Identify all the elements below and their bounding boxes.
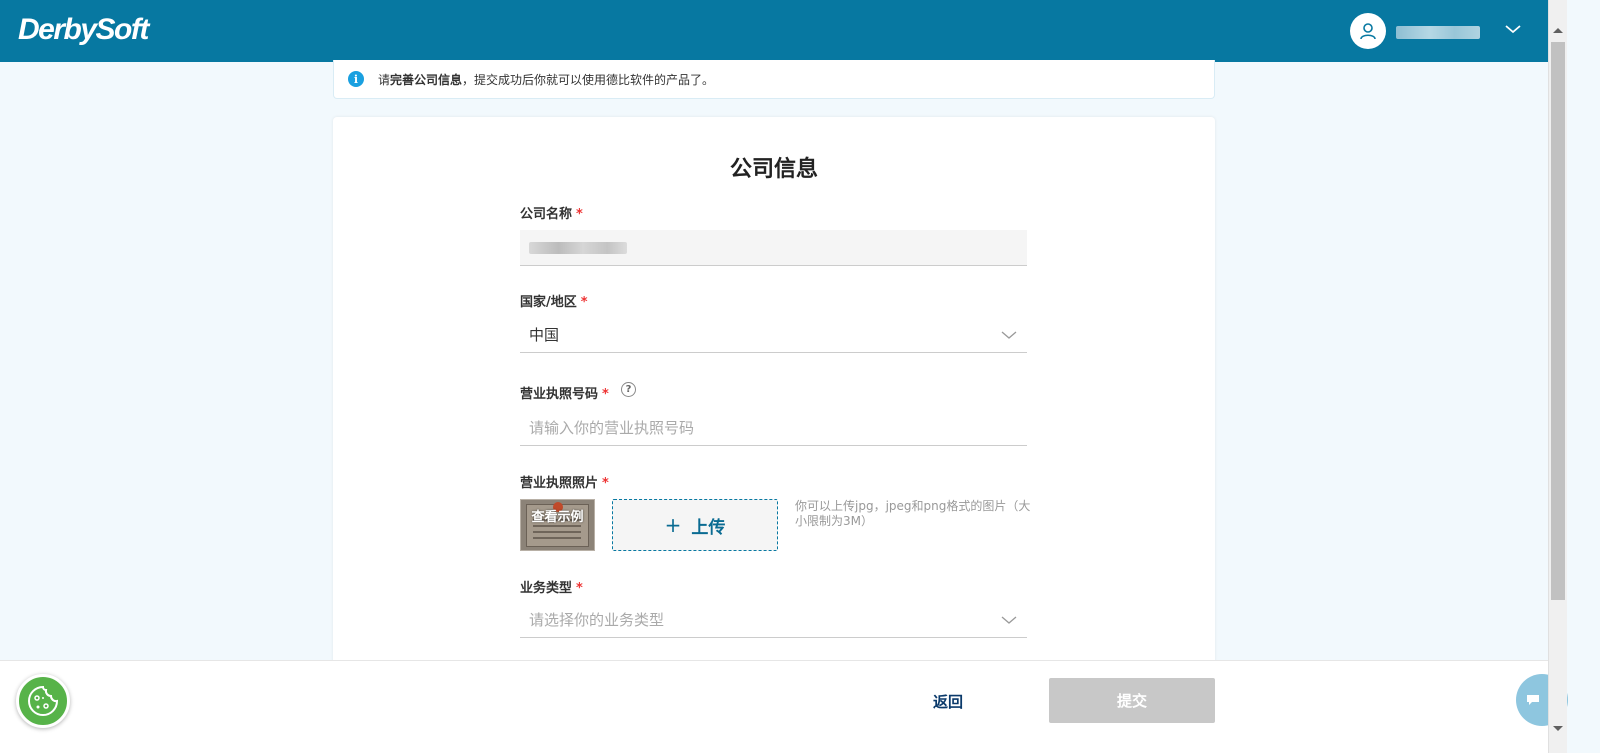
derbysoft-logo[interactable]: DerbySoft — [18, 13, 149, 47]
company-info-form-card: 公司信息 公司名称 * 国家/地区 * 中国 营业执照号码 * ? 请输入你的营业执照… — [333, 117, 1215, 677]
back-button[interactable]: 返回 — [933, 691, 963, 712]
plus-icon: + — [664, 513, 682, 537]
chevron-down-icon — [1001, 616, 1017, 624]
upload-button[interactable]: + 上传 — [612, 499, 778, 551]
country-value: 中国 — [529, 326, 560, 344]
chat-icon — [1527, 695, 1539, 705]
info-notice-banner: i 请完善公司信息，提交成功后你就可以使用德比软件的产品了。 — [333, 60, 1215, 99]
scrollbar-thumb[interactable] — [1551, 42, 1565, 600]
view-sample-label: 查看示例 — [531, 510, 584, 525]
required-asterisk: * — [580, 295, 588, 310]
vertical-scrollbar[interactable] — [1548, 0, 1567, 753]
scroll-up-arrow-icon[interactable] — [1553, 28, 1563, 33]
submit-button[interactable]: 提交 — [1049, 678, 1215, 723]
upload-hint: 你可以上传jpg，jpeg和png格式的图片（大小限制为3M） — [795, 499, 1031, 528]
view-sample-thumbnail[interactable]: 查看示例 — [520, 499, 595, 551]
upload-label: 上传 — [691, 517, 726, 538]
top-navigation-bar: DerbySoft — [0, 0, 1567, 62]
chevron-down-icon — [1001, 331, 1017, 339]
business-type-label: 业务类型 * — [520, 581, 583, 596]
company-name-redacted — [529, 241, 627, 254]
license-number-input[interactable]: 请输入你的营业执照号码 — [520, 410, 1027, 446]
username-redacted[interactable] — [1396, 26, 1480, 39]
info-icon: i — [348, 71, 364, 87]
help-icon[interactable]: ? — [621, 382, 636, 397]
required-asterisk: * — [602, 476, 609, 491]
license-number-label: 营业执照号码 * — [520, 387, 609, 402]
cookie-icon — [28, 685, 59, 716]
chevron-down-icon[interactable] — [1504, 20, 1522, 38]
form-footer-bar: 返回 提交 — [0, 660, 1548, 753]
scroll-down-arrow-icon[interactable] — [1553, 726, 1563, 731]
required-asterisk: * — [602, 387, 609, 402]
required-asterisk: * — [576, 581, 583, 596]
form-title: 公司信息 — [729, 157, 818, 182]
business-type-placeholder: 请选择你的业务类型 — [529, 611, 665, 629]
user-icon — [1360, 23, 1376, 40]
country-select[interactable]: 中国 — [520, 317, 1027, 353]
user-avatar[interactable] — [1350, 13, 1386, 49]
company-name-label: 公司名称 * — [520, 207, 583, 222]
company-name-field[interactable] — [520, 230, 1027, 266]
business-type-select[interactable]: 请选择你的业务类型 — [520, 602, 1027, 638]
license-photo-label: 营业执照照片 * — [520, 476, 609, 491]
notice-text: 请完善公司信息，提交成功后你就可以使用德比软件的产品了。 — [378, 72, 715, 87]
cookie-settings-button[interactable] — [16, 674, 70, 728]
required-asterisk: * — [576, 207, 583, 222]
country-label: 国家/地区 * — [520, 295, 588, 310]
license-number-placeholder: 请输入你的营业执照号码 — [529, 419, 695, 437]
